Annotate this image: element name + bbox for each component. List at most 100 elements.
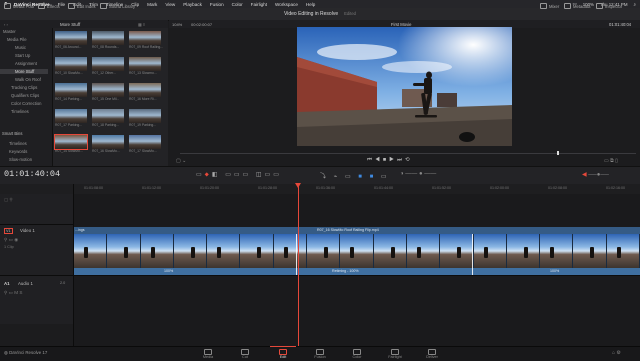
zoom-controls[interactable]: ◑ —— ● —— — [400, 171, 436, 177]
clip-thumbnail[interactable]: R07_12 Other... — [92, 57, 124, 75]
menu-color[interactable]: Color — [232, 2, 243, 7]
filmstrip-frame — [473, 234, 507, 268]
mixer-button[interactable]: Mixer — [540, 2, 559, 10]
page-label: Fairlight — [388, 355, 402, 359]
tree-item-assignment[interactable]: Assignment — [15, 61, 37, 66]
edit-tools[interactable]: ▭⬥◧ ▭▭▭ ◫▭▭ — [196, 171, 282, 179]
home-settings-icons[interactable]: ⌂ ⚙ — [612, 350, 621, 356]
clip-thumbnail[interactable]: R07_16 More Ri... — [129, 83, 161, 101]
audio-volume-icon[interactable]: ◀ ──●── — [582, 171, 609, 178]
track-controls-v1[interactable]: ⚲ ▭ ◉ — [4, 237, 18, 243]
clip-thumbnail[interactable]: R07_15 One Mil... — [92, 83, 124, 101]
menu-fusion[interactable]: Fusion — [210, 2, 224, 7]
page-label: Cut — [242, 355, 248, 359]
timeline-timecode[interactable]: 01:01:40:04 — [4, 169, 60, 179]
inspector-button[interactable]: Inspector — [596, 2, 622, 10]
menu-fairlight[interactable]: Fairlight — [251, 2, 267, 7]
clip-thumbnail[interactable]: R07_17 SlowMo... — [129, 135, 161, 153]
menu-mark[interactable]: Mark — [147, 2, 157, 7]
edit-index-button[interactable]: Edit Index — [68, 2, 96, 10]
tree-item-color-correction[interactable]: Color Correction — [11, 101, 42, 106]
tree-item-tracking-clips[interactable]: Tracking Clips — [11, 85, 37, 90]
viewer-scrubber[interactable] — [180, 153, 636, 154]
viewer-right-icons[interactable]: ▭ ⧉ ▯ — [604, 158, 618, 164]
tree-item-timelines[interactable]: Timelines — [11, 109, 29, 114]
filmstrip-frame — [173, 234, 208, 268]
sound-library-button[interactable]: Sound Library — [100, 2, 135, 10]
search-icon[interactable]: ⌕ — [634, 2, 636, 7]
viewer-frame[interactable] — [297, 27, 512, 146]
menu-workspace[interactable]: Workspace — [275, 2, 298, 7]
tree-item-master[interactable]: Master — [3, 29, 16, 34]
lock-icon[interactable]: ▢ ⚲ — [4, 197, 13, 203]
page-color-button[interactable]: Color — [342, 349, 372, 359]
clip-thumbnail[interactable]: R07_16 SlowMo... — [92, 135, 124, 153]
clip-thumbnail[interactable]: R07_19 Parking... — [129, 109, 161, 127]
track-name-a1[interactable]: Audio 1 — [18, 281, 33, 286]
track-badge-a1[interactable]: A1 — [4, 281, 10, 286]
track-controls-a1[interactable]: ⚲ ▭ M S — [4, 290, 22, 296]
clip-thumbnail[interactable]: R07_14 Parking... — [55, 83, 87, 101]
page-fusion-button[interactable]: Fusion — [305, 349, 335, 359]
filmstrip-frame — [240, 234, 274, 268]
view-mode-icon[interactable]: ▦ ≡ — [138, 22, 145, 27]
retime-marker[interactable] — [472, 234, 473, 275]
retime-bar[interactable]: 100% Retiming - 100% 100% — [74, 268, 640, 275]
clip-thumbnail-image — [55, 31, 87, 45]
tree-item-music[interactable]: Music — [15, 45, 26, 50]
clip-thumbnail-image — [92, 109, 124, 123]
skater-silhouette — [550, 247, 555, 258]
smart-bin-timelines[interactable]: Timelines — [9, 141, 27, 146]
tree-item-qualifiers-clips[interactable]: Qualifiers Clips — [11, 93, 39, 98]
video-clip-filmstrip[interactable] — [74, 234, 640, 268]
clip-thumbnail[interactable]: R07_17 Parking... — [55, 109, 87, 127]
page-edit-button[interactable]: Edit — [268, 346, 298, 359]
filmstrip-frame — [606, 234, 640, 268]
menu-help[interactable]: Help — [306, 2, 315, 7]
clip-thumbnail[interactable]: R07_13 Slowmo... — [129, 57, 161, 75]
page-deliver-button[interactable]: Deliver — [417, 349, 447, 359]
ruler-tick-label: 01:01:36:00 — [316, 186, 335, 190]
playhead-line[interactable] — [298, 186, 299, 346]
track-name-v1[interactable]: Video 1 — [20, 228, 35, 233]
clip-thumbnail[interactable]: R07_06 Around... — [55, 31, 87, 49]
ruler-tick-label: 01:01:20:00 — [200, 186, 219, 190]
effects-button[interactable]: Effects — [38, 2, 60, 10]
clip-thumbnail[interactable]: R07_08 Rounds... — [92, 31, 124, 49]
clip-thumbnail[interactable]: R07_09 Roof Railing... — [129, 31, 163, 49]
menu-view[interactable]: View — [165, 2, 175, 7]
transport-controls[interactable]: ⏮◀■▶⏭⟲ — [367, 157, 413, 164]
tree-item-media-pile[interactable]: Media Pile — [7, 37, 27, 42]
menu-playback[interactable]: Playback — [183, 2, 202, 7]
page-label: Media — [202, 355, 214, 359]
page-media-button[interactable]: Media — [193, 349, 223, 359]
tree-item-more-stuff[interactable]: More Stuff — [0, 69, 48, 74]
media-pool-button[interactable]: Media Pool — [4, 2, 34, 10]
filmstrip-frame — [573, 234, 607, 268]
clip-thumbnail[interactable]: R07_14 SlowMo... — [54, 134, 88, 153]
metadata-button[interactable]: Metadata — [564, 2, 590, 10]
retime-marker[interactable] — [296, 234, 297, 275]
snap-link-tools[interactable]: ⤵ ⌁ ▭ ■ ■ ▭ — [320, 171, 390, 180]
clip-thumbnail-image — [129, 109, 161, 123]
tree-item-start-up[interactable]: Start Up — [15, 53, 30, 58]
clip-thumbnail[interactable]: R07_18 Parking... — [92, 109, 124, 127]
track-clip-count: 1 Clip — [4, 245, 14, 249]
video-clip-header[interactable]: ...ings R07_16 SlowMo Roof Railing Flip.… — [74, 227, 640, 234]
clip-thumbnail[interactable]: R07_10 SlowMo... — [55, 57, 87, 75]
viewer-zoom[interactable]: 104% — [172, 22, 182, 27]
tree-item-walk-on-roof[interactable]: Walk On Roof — [15, 77, 41, 82]
viewer-options-icon[interactable]: ▢ ⌄ — [176, 158, 186, 164]
clip-thumbnail-label: R07_10 SlowMo... — [55, 71, 83, 75]
timeline-name[interactable]: First Movie — [391, 22, 411, 27]
playhead-handle[interactable] — [295, 183, 301, 188]
track-badge-v1[interactable]: V1 — [4, 228, 13, 234]
skater-silhouette — [416, 247, 421, 258]
viewer-scrubber-handle[interactable] — [557, 151, 559, 155]
smart-bin-slow-motion[interactable]: Slow-motion — [9, 157, 32, 162]
smart-bin-keywords[interactable]: Keywords — [9, 149, 27, 154]
speed-label-1: 100% — [164, 269, 174, 273]
chevron-left-icon[interactable]: ‹ › — [4, 22, 8, 27]
page-fairlight-button[interactable]: Fairlight — [380, 349, 410, 359]
page-cut-button[interactable]: Cut — [230, 349, 260, 359]
